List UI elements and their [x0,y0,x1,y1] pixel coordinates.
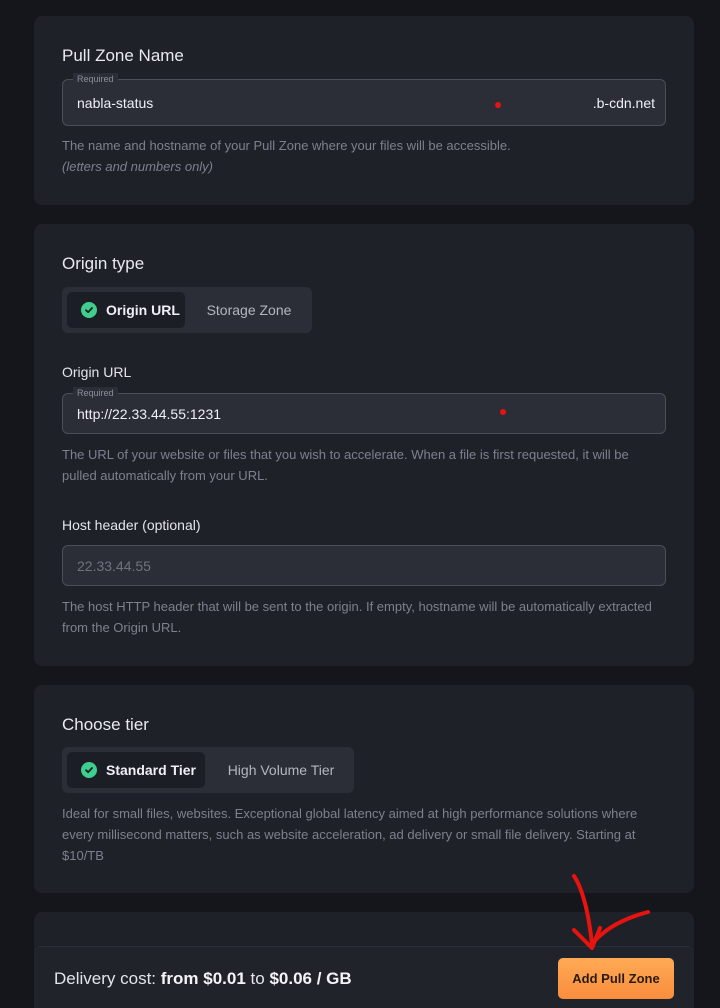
standard-tier-option-label: Standard Tier [106,762,196,778]
origin-url-value: http://22.33.44.55:1231 [77,405,222,422]
choose-tier-title: Choose tier [62,715,149,734]
origin-url-input[interactable]: Required http://22.33.44.55:1231 [62,387,666,434]
storage-zone-option[interactable]: Storage Zone [192,292,306,328]
delivery-cost-to: to [250,969,265,988]
origin-type-selector: Origin URL Storage Zone [62,287,312,333]
red-dot-marker [500,409,506,415]
host-header-input[interactable]: 22.33.44.55 [62,545,666,586]
origin-url-label: Origin URL [62,364,132,380]
delivery-cost-from: from $0.01 [160,969,246,988]
origin-type-title: Origin type [62,254,145,273]
host-header-placeholder: 22.33.44.55 [77,557,151,574]
standard-tier-option[interactable]: Standard Tier [67,752,205,788]
host-header-label: Host header (optional) [62,517,201,533]
required-label: Required [73,73,118,85]
tier-card: Choose tier Standard Tier High Volume Ti… [34,685,694,893]
pull-zone-name-input[interactable]: Required nabla-status .b-cdn.net [62,73,666,126]
delivery-cost-to-value: $0.06 / GB [269,969,352,988]
pull-zone-name-card: Pull Zone Name Required nabla-status .b-… [34,16,694,205]
delivery-cost-label: Delivery cost: [54,969,157,988]
pull-zone-name-help-text: The name and hostname of your Pull Zone … [62,138,511,153]
origin-url-option-label: Origin URL [106,302,180,318]
origin-url-option[interactable]: Origin URL [67,292,185,328]
pull-zone-name-help-note: (letters and numbers only) [62,159,214,174]
tier-help: Ideal for small files, websites. Excepti… [62,806,638,863]
required-label: Required [73,387,118,399]
pull-zone-name-help: The name and hostname of your Pull Zone … [62,135,666,177]
delivery-cost-footer: Delivery cost: from $0.01 to $0.06 / GB … [34,946,694,1008]
high-volume-tier-option-label: High Volume Tier [227,762,335,778]
check-circle-icon [81,762,97,778]
pull-zone-name-value: nabla-status [77,94,154,111]
hostname-suffix: .b-cdn.net [592,94,655,111]
pull-zone-name-title: Pull Zone Name [62,46,184,65]
delivery-cost: Delivery cost: from $0.01 to $0.06 / GB [54,969,352,989]
tier-selector: Standard Tier High Volume Tier [62,747,354,793]
host-header-help: The host HTTP header that will be sent t… [62,599,652,635]
storage-zone-option-label: Storage Zone [206,302,292,318]
check-circle-icon [81,302,97,318]
origin-card: Origin type Origin URL Storage Zone Orig… [34,224,694,666]
add-pull-zone-button[interactable]: Add Pull Zone [558,958,674,999]
high-volume-tier-option[interactable]: High Volume Tier [212,752,350,788]
origin-url-help: The URL of your website or files that yo… [62,447,629,483]
red-dot-marker [495,102,501,108]
